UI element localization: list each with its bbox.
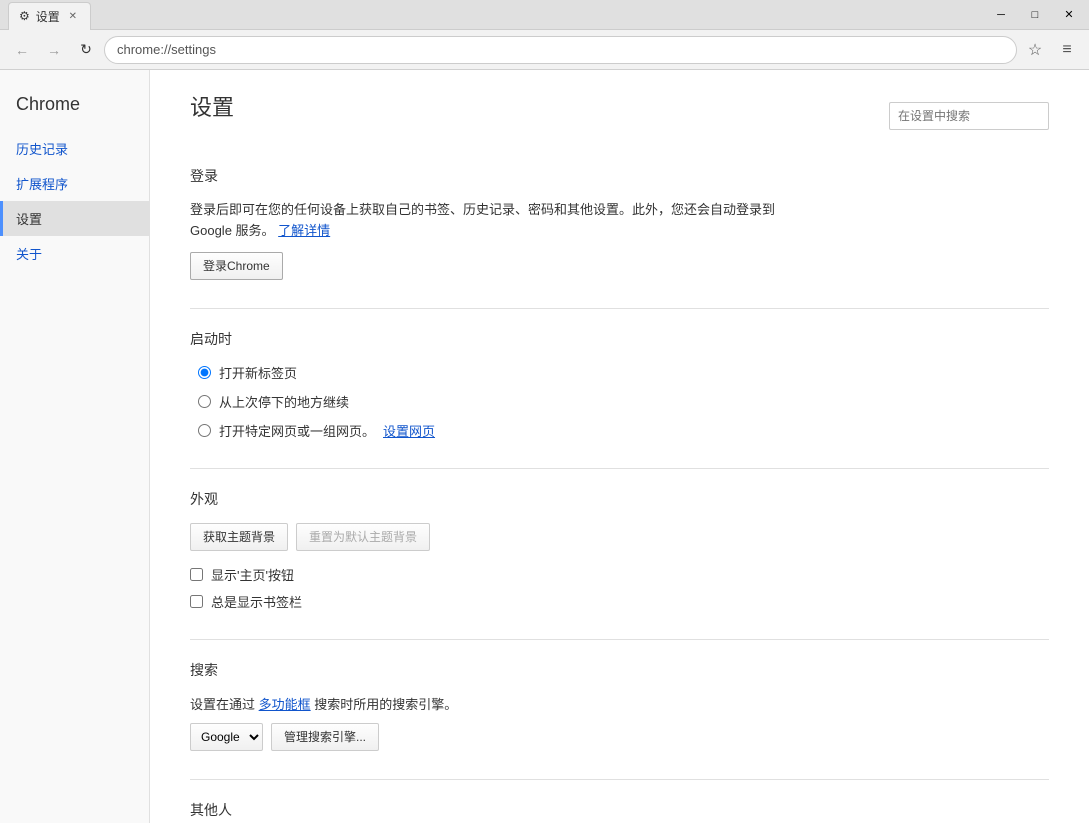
always-show-bookmarks-checkbox-item[interactable]: 总是显示书签栏 [190, 592, 1049, 611]
search-engine-dropdown[interactable]: Google [190, 723, 263, 751]
sidebar-item-settings[interactable]: 设置 [0, 201, 149, 236]
startup-option-newtab-label: 打开新标签页 [219, 363, 297, 382]
reset-theme-button[interactable]: 重置为默认主题背景 [296, 523, 430, 551]
sidebar-item-extensions-label: 扩展程序 [16, 174, 68, 193]
appearance-section-title: 外观 [190, 489, 1049, 509]
login-section-title: 登录 [190, 166, 1049, 186]
window-close-button[interactable]: ✕ [1053, 4, 1085, 26]
appearance-section: 外观 获取主题背景 重置为默认主题背景 显示'主页'按钮 总是显示书签栏 [190, 489, 1049, 611]
login-section: 登录 登录后即可在您的任何设备上获取自己的书签、历史记录、密码和其他设置。此外，… [190, 166, 1049, 280]
show-home-button-checkbox-item[interactable]: 显示'主页'按钮 [190, 565, 1049, 584]
others-section-title: 其他人 [190, 800, 1049, 820]
minimize-button[interactable]: ─ [985, 4, 1017, 26]
startup-option-continue-label: 从上次停下的地方继续 [219, 392, 349, 411]
startup-option-newtab[interactable]: 打开新标签页 [198, 363, 1049, 382]
main-layout: Chrome 历史记录 扩展程序 设置 关于 设置 登录 登录后即可在您的任何设… [0, 70, 1089, 823]
startup-radio-continue[interactable] [198, 395, 211, 408]
settings-search-input[interactable] [889, 102, 1049, 130]
search-section: 搜索 设置在通过 多功能框 搜索时所用的搜索引擎。 Google 管理搜索引擎.… [190, 660, 1049, 751]
always-show-bookmarks-label: 总是显示书签栏 [211, 592, 302, 611]
startup-option-specific-label: 打开特定网页或一组网页。 [219, 421, 375, 440]
startup-section: 启动时 打开新标签页 从上次停下的地方继续 打开特定网页或一组网页。 设置网页 [190, 329, 1049, 440]
show-home-button-checkbox[interactable] [190, 568, 203, 581]
login-learn-more-link[interactable]: 了解详情 [278, 223, 330, 238]
sidebar-item-history[interactable]: 历史记录 [0, 131, 149, 166]
sidebar-item-about[interactable]: 关于 [0, 236, 149, 271]
search-section-title: 搜索 [190, 660, 1049, 680]
active-tab[interactable]: ⚙ 设置 ✕ [8, 2, 91, 30]
always-show-bookmarks-checkbox[interactable] [190, 595, 203, 608]
startup-option-specific[interactable]: 打开特定网页或一组网页。 设置网页 [198, 421, 1049, 440]
startup-radio-newtab[interactable] [198, 366, 211, 379]
page-header: 设置 [190, 90, 1049, 142]
back-button[interactable]: ← [8, 36, 36, 64]
omnibox-link[interactable]: 多功能框 [259, 697, 311, 712]
startup-option-continue[interactable]: 从上次停下的地方继续 [198, 392, 1049, 411]
bookmark-star-button[interactable]: ☆ [1021, 36, 1049, 64]
startup-radio-group: 打开新标签页 从上次停下的地方继续 打开特定网页或一组网页。 设置网页 [198, 363, 1049, 440]
sidebar: Chrome 历史记录 扩展程序 设置 关于 [0, 70, 150, 823]
titlebar: ⚙ 设置 ✕ ─ □ ✕ [0, 0, 1089, 30]
startup-set-pages-link[interactable]: 设置网页 [383, 421, 435, 440]
others-section: 其他人 用户1（当前） 启用访客浏览 允许任何人向 Chrome 添加用户 [190, 800, 1049, 823]
login-section-desc: 登录后即可在您的任何设备上获取自己的书签、历史记录、密码和其他设置。此外，您还会… [190, 200, 790, 242]
show-home-button-label: 显示'主页'按钮 [211, 565, 294, 584]
get-theme-button[interactable]: 获取主题背景 [190, 523, 288, 551]
page-title: 设置 [190, 90, 234, 122]
theme-buttons: 获取主题背景 重置为默认主题背景 [190, 523, 1049, 551]
window-controls: ─ □ ✕ [985, 4, 1089, 26]
search-engine-controls: Google 管理搜索引擎... [190, 723, 1049, 751]
search-desc-suffix: 搜索时所用的搜索引擎。 [314, 697, 457, 712]
content-area: 设置 登录 登录后即可在您的任何设备上获取自己的书签、历史记录、密码和其他设置。… [150, 70, 1089, 823]
titlebar-left: ⚙ 设置 ✕ [0, 0, 91, 30]
search-section-desc: 设置在通过 多功能框 搜索时所用的搜索引擎。 [190, 694, 1049, 713]
tab-icon: ⚙ [19, 9, 30, 23]
sidebar-item-settings-label: 设置 [16, 209, 42, 228]
refresh-button[interactable]: ↻ [72, 36, 100, 64]
chrome-menu-button[interactable]: ≡ [1053, 36, 1081, 64]
sign-in-chrome-button[interactable]: 登录Chrome [190, 252, 283, 280]
restore-button[interactable]: □ [1019, 4, 1051, 26]
search-desc-prefix: 设置在通过 [190, 697, 255, 712]
sidebar-item-about-label: 关于 [16, 244, 42, 263]
forward-button[interactable]: → [40, 36, 68, 64]
address-bar[interactable] [104, 36, 1017, 64]
tab-close-button[interactable]: ✕ [66, 9, 80, 23]
sidebar-app-title: Chrome [0, 86, 149, 131]
startup-section-title: 启动时 [190, 329, 1049, 349]
toolbar: ← → ↻ ☆ ≡ [0, 30, 1089, 70]
tab-label: 设置 [36, 8, 60, 25]
sidebar-item-extensions[interactable]: 扩展程序 [0, 166, 149, 201]
startup-radio-specific[interactable] [198, 424, 211, 437]
sidebar-item-history-label: 历史记录 [16, 139, 68, 158]
manage-search-engines-button[interactable]: 管理搜索引擎... [271, 723, 379, 751]
